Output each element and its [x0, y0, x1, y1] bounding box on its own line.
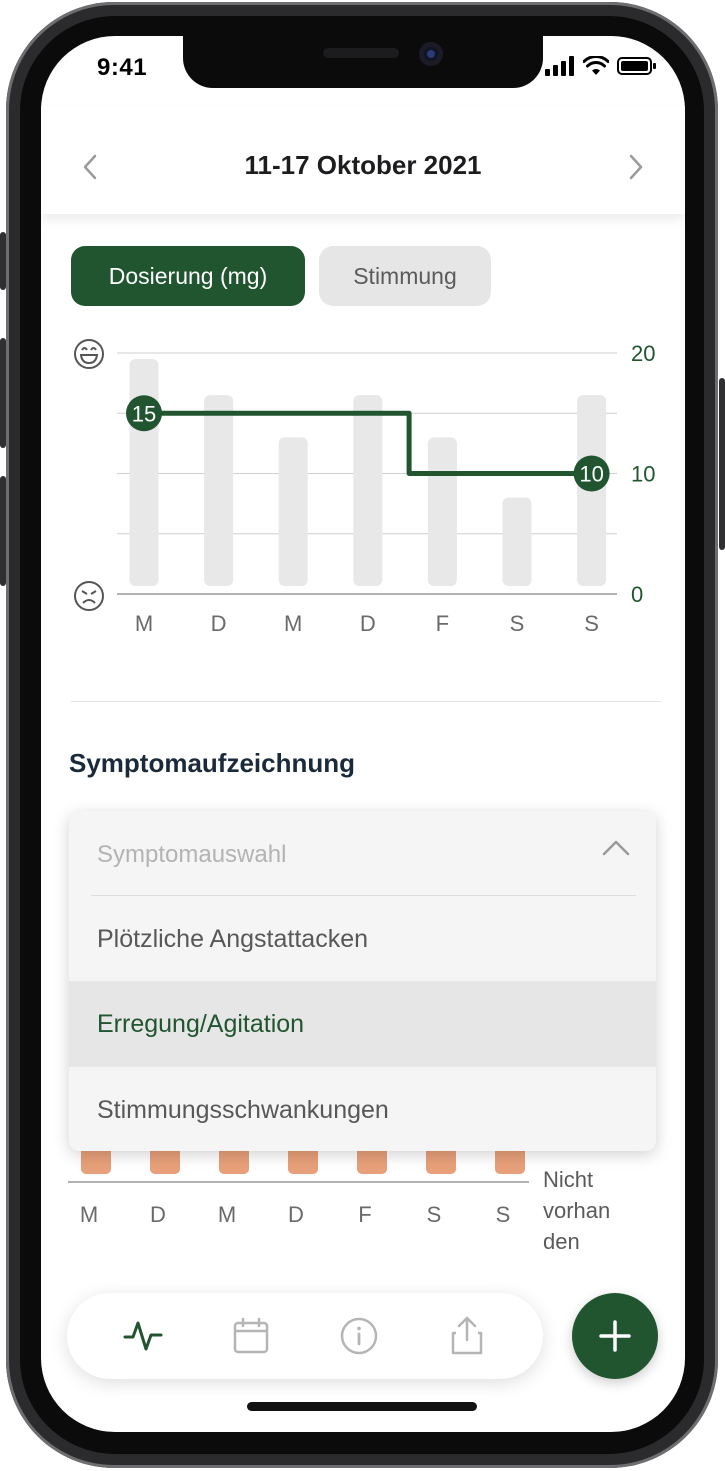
battery-icon	[617, 57, 656, 75]
bottom-tab-bar	[67, 1293, 543, 1379]
level-label-line: Nicht	[543, 1167, 594, 1192]
x-tick-label: D	[150, 1202, 166, 1227]
x-tick-label: S	[510, 611, 525, 636]
y-tick-label: 0	[631, 582, 643, 607]
section-divider	[71, 701, 661, 702]
dropdown-option-selected[interactable]: Erregung/Agitation	[69, 981, 656, 1067]
option-label: Plötzliche Angstattacken	[97, 924, 368, 953]
tab-dosierung[interactable]: Dosierung (mg)	[71, 246, 305, 306]
dosage-bar	[353, 395, 383, 586]
level-label-line: den	[543, 1229, 580, 1254]
dosage-bar	[129, 359, 159, 586]
activity-icon	[123, 1321, 163, 1351]
x-tick-label: S	[427, 1202, 442, 1227]
calendar-icon	[233, 1317, 269, 1354]
dropdown-placeholder: Symptomauswahl	[97, 841, 287, 868]
side-button-power	[719, 378, 725, 550]
share-icon	[451, 1316, 483, 1355]
screen: 9:41 11-17 Oktober 2021 Dosierung (mg) S…	[41, 36, 685, 1432]
dosage-marker-label: 10	[579, 462, 603, 487]
x-tick-label: F	[358, 1202, 371, 1227]
tab-stimmung[interactable]: Stimmung	[319, 246, 491, 306]
y-tick-label: 20	[631, 341, 655, 366]
x-tick-label: M	[284, 611, 302, 636]
happy-face-icon	[74, 339, 104, 369]
x-tick-label: M	[218, 1202, 236, 1227]
side-button-volume-down	[0, 476, 6, 586]
dosage-bar	[502, 497, 532, 586]
dropdown-header[interactable]: Symptomauswahl	[69, 811, 656, 895]
symptom-level-label: Nicht vorhan den	[543, 1164, 633, 1257]
front-camera	[419, 42, 443, 66]
symptom-dropdown[interactable]: Symptomauswahl Plötzliche Angstattacken …	[69, 811, 656, 1151]
side-button-volume-up	[0, 338, 6, 448]
add-entry-button[interactable]	[572, 1293, 658, 1379]
speaker	[323, 48, 399, 58]
x-tick-label: D	[211, 611, 227, 636]
x-tick-label: F	[436, 611, 449, 636]
y-tick-label: 10	[631, 462, 655, 487]
week-header: 11-17 Oktober 2021	[41, 106, 685, 214]
x-tick-label: M	[135, 611, 153, 636]
dosage-chart: 15 10 0 10 20 M D M D F S S	[74, 339, 655, 636]
x-tick-label: D	[288, 1202, 304, 1227]
week-title: 11-17 Oktober 2021	[244, 150, 482, 180]
notch	[183, 36, 543, 88]
home-indicator	[247, 1402, 477, 1411]
sad-face-icon	[74, 581, 104, 611]
x-tick-label: S	[496, 1202, 511, 1227]
x-tick-label: S	[584, 611, 599, 636]
chevron-right-icon	[629, 154, 643, 180]
plus-icon	[599, 1320, 631, 1352]
status-icons	[545, 56, 657, 76]
wifi-icon	[583, 56, 609, 75]
dropdown-option[interactable]: Stimmungsschwankungen	[69, 1067, 656, 1151]
dosage-bar	[204, 395, 234, 586]
level-label-line: vorhan	[543, 1198, 611, 1223]
option-label: Stimmungsschwankungen	[97, 1095, 389, 1124]
tab-info[interactable]	[335, 1312, 383, 1360]
symptom-section-title: Symptomaufzeichnung	[69, 748, 356, 778]
option-label: Erregung/Agitation	[97, 1009, 305, 1038]
dosage-bar	[278, 437, 308, 586]
dosage-bar	[427, 437, 457, 586]
tab-calendar[interactable]	[227, 1312, 275, 1360]
x-tick-label: M	[80, 1202, 98, 1227]
tab-activity[interactable]	[119, 1312, 167, 1360]
tab-share[interactable]	[443, 1312, 491, 1360]
signal-icon	[545, 56, 574, 76]
info-icon	[340, 1317, 378, 1355]
dropdown-option[interactable]: Plötzliche Angstattacken	[69, 896, 656, 982]
next-week-button[interactable]	[621, 152, 651, 182]
x-tick-label: D	[360, 611, 376, 636]
chevron-up-icon[interactable]	[602, 839, 630, 857]
status-time: 9:41	[97, 54, 148, 81]
side-button-mute	[0, 232, 6, 290]
dosage-marker-label: 15	[132, 401, 156, 426]
chart-tabs: Dosierung (mg) Stimmung	[71, 246, 491, 306]
